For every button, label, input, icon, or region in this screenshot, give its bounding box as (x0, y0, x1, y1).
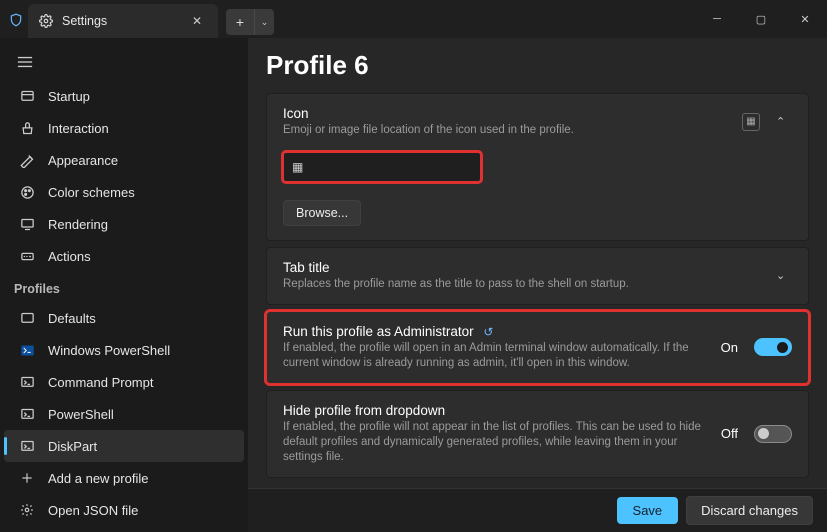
color-schemes-icon (18, 185, 36, 200)
toggle-value-label: On (721, 340, 738, 355)
maximize-button[interactable]: ▢ (739, 0, 783, 38)
window-close-button[interactable]: ✕ (783, 0, 827, 38)
card-desc: If enabled, the profile will open in an … (283, 341, 711, 371)
new-tab-group: + ⌄ (226, 6, 274, 38)
sidebar-item-label: Defaults (48, 311, 96, 326)
sidebar-item-powershell[interactable]: PowerShell (4, 398, 244, 430)
save-button[interactable]: Save (617, 497, 679, 524)
chevron-down-icon: ⌄ (776, 269, 792, 282)
card-title: Tab title (283, 260, 766, 275)
sidebar-item-label: Actions (48, 249, 91, 264)
shield-icon (8, 12, 24, 28)
sidebar-item-label: Rendering (48, 217, 108, 232)
new-tab-button[interactable]: + (226, 9, 254, 35)
sidebar-item-label: Command Prompt (48, 375, 153, 390)
card-run-as-admin: Run this profile as Administrator ↺ If e… (266, 311, 809, 384)
tab-title: Settings (62, 14, 178, 28)
diskpart-icon (18, 439, 36, 454)
page-title: Profile 6 (266, 50, 809, 81)
appearance-icon (18, 153, 36, 168)
sidebar-item-interaction[interactable]: Interaction (4, 112, 244, 144)
browse-button[interactable]: Browse... (283, 200, 361, 226)
sidebar-item-actions[interactable]: Actions (4, 240, 244, 272)
sidebar-item-color-schemes[interactable]: Color schemes (4, 176, 244, 208)
sidebar-item-label: PowerShell (48, 407, 114, 422)
sidebar-section-profiles: Profiles (0, 272, 248, 302)
card-title: Run this profile as Administrator ↺ (283, 324, 711, 339)
icon-path-input[interactable]: ▦ (283, 152, 481, 182)
gear-icon (18, 503, 36, 517)
plus-icon (18, 471, 36, 485)
card-hide-header[interactable]: Hide profile from dropdown If enabled, t… (267, 391, 808, 477)
titlebar: Settings ✕ + ⌄ ─ ▢ ✕ (0, 0, 827, 38)
sidebar-item-add-profile[interactable]: Add a new profile (4, 462, 244, 494)
footer: Save Discard changes (248, 488, 827, 532)
card-desc: Replaces the profile name as the title t… (283, 277, 766, 292)
card-title-text: Run this profile as Administrator (283, 324, 474, 339)
card-icon-header[interactable]: Icon Emoji or image file location of the… (267, 94, 808, 150)
tab-close-button[interactable]: ✕ (186, 10, 208, 32)
sidebar-item-open-json[interactable]: Open JSON file (4, 494, 244, 526)
interaction-icon (18, 121, 36, 136)
card-icon: Icon Emoji or image file location of the… (266, 93, 809, 241)
card-title: Hide profile from dropdown (283, 403, 711, 418)
card-tab-title: Tab title Replaces the profile name as t… (266, 247, 809, 305)
sidebar-item-rendering[interactable]: Rendering (4, 208, 244, 240)
input-icon: ▦ (292, 160, 303, 174)
sidebar: Startup Interaction Appearance Color sch… (0, 38, 248, 532)
sidebar-item-diskpart[interactable]: DiskPart (4, 430, 244, 462)
sidebar-item-label: Startup (48, 89, 90, 104)
defaults-icon (18, 311, 36, 326)
toggle-value-label: Off (721, 426, 738, 441)
main: Profile 6 Icon Emoji or image file locat… (248, 38, 827, 532)
sidebar-item-label: Interaction (48, 121, 109, 136)
sidebar-item-label: DiskPart (48, 439, 97, 454)
pwsh-icon (18, 407, 36, 422)
minimize-button[interactable]: ─ (695, 0, 739, 38)
card-admin-header[interactable]: Run this profile as Administrator ↺ If e… (267, 312, 808, 383)
sidebar-item-label: Open JSON file (48, 503, 138, 518)
sidebar-item-appearance[interactable]: Appearance (4, 144, 244, 176)
sidebar-item-command-prompt[interactable]: Command Prompt (4, 366, 244, 398)
gear-icon (38, 13, 54, 29)
new-tab-dropdown[interactable]: ⌄ (254, 9, 274, 35)
sidebar-item-label: Add a new profile (48, 471, 148, 486)
body: Startup Interaction Appearance Color sch… (0, 38, 827, 532)
tab-settings[interactable]: Settings ✕ (28, 4, 218, 38)
actions-icon (18, 249, 36, 264)
card-desc: Emoji or image file location of the icon… (283, 123, 732, 138)
powershell-icon (18, 343, 36, 358)
card-hide-profile: Hide profile from dropdown If enabled, t… (266, 390, 809, 478)
sidebar-item-label: Color schemes (48, 185, 135, 200)
sidebar-item-label: Windows PowerShell (48, 343, 170, 358)
cmd-icon (18, 375, 36, 390)
card-title: Icon (283, 106, 732, 121)
rendering-icon (18, 217, 36, 232)
window-controls: ─ ▢ ✕ (695, 0, 827, 38)
sidebar-item-windows-powershell[interactable]: Windows PowerShell (4, 334, 244, 366)
icon-preview-icon: ▦ (742, 113, 760, 131)
chevron-up-icon: ⌃ (776, 115, 792, 128)
sidebar-item-defaults[interactable]: Defaults (4, 302, 244, 334)
hamburger-button[interactable] (6, 44, 44, 80)
sidebar-item-startup[interactable]: Startup (4, 80, 244, 112)
card-tab-title-header[interactable]: Tab title Replaces the profile name as t… (267, 248, 808, 304)
admin-toggle[interactable] (754, 338, 792, 356)
discard-button[interactable]: Discard changes (686, 496, 813, 525)
reset-icon[interactable]: ↺ (483, 325, 493, 339)
sidebar-item-label: Appearance (48, 153, 118, 168)
startup-icon (18, 89, 36, 104)
card-desc: If enabled, the profile will not appear … (283, 420, 711, 465)
hide-profile-toggle[interactable] (754, 425, 792, 443)
